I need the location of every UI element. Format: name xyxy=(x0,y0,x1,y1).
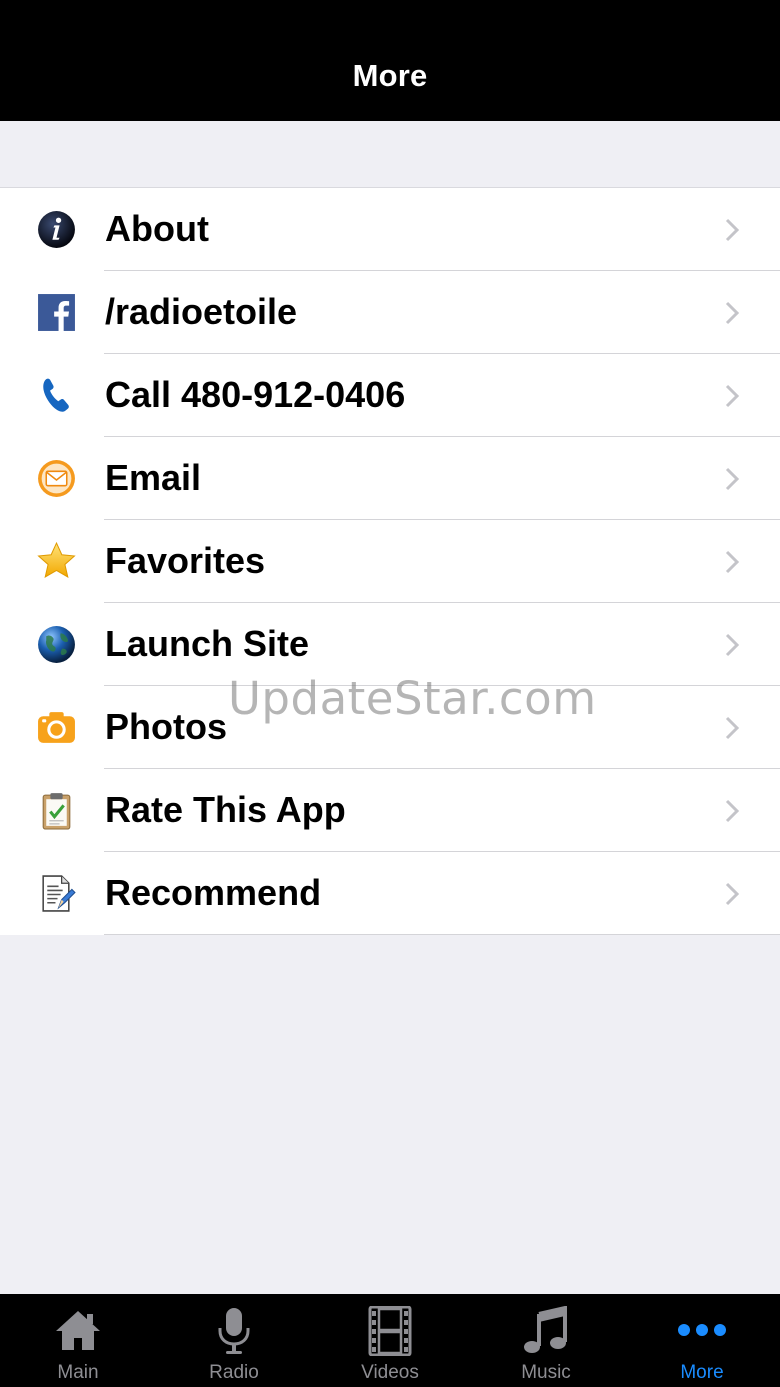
tab-label: Videos xyxy=(361,1362,419,1383)
tab-label: Music xyxy=(521,1362,571,1383)
camera-icon xyxy=(36,707,77,748)
tab-label: Radio xyxy=(209,1362,259,1383)
menu-item-favorites[interactable]: Favorites xyxy=(0,520,780,603)
menu-item-rate-app[interactable]: Rate This App xyxy=(0,769,780,852)
nav-bar: More xyxy=(0,0,780,121)
tab-bar: Main Radio Videos Music More xyxy=(0,1294,780,1387)
tab-label: More xyxy=(680,1362,724,1383)
document-edit-icon xyxy=(36,873,77,914)
tab-main[interactable]: Main xyxy=(0,1294,156,1387)
menu-item-label: About xyxy=(105,208,209,249)
menu-item-label: Email xyxy=(105,457,202,498)
globe-icon xyxy=(36,624,77,665)
menu-item-label: /radioetoile xyxy=(105,291,298,332)
menu-item-label: Call 480-912-0406 xyxy=(105,374,406,415)
tab-label: Main xyxy=(57,1362,99,1383)
menu-item-facebook[interactable]: /radioetoile xyxy=(0,271,780,354)
menu-item-label: Photos xyxy=(105,706,227,747)
email-icon xyxy=(36,458,77,499)
menu-item-recommend[interactable]: Recommend xyxy=(0,852,780,935)
chevron-right-icon xyxy=(724,799,740,823)
more-menu-list: About /radioetoile Call 480-912-0406 Ema… xyxy=(0,187,780,935)
microphone-icon xyxy=(209,1306,259,1356)
tab-more[interactable]: More xyxy=(624,1294,780,1387)
chevron-right-icon xyxy=(724,633,740,657)
watermark-text: UpdateStar.com xyxy=(228,672,597,725)
menu-item-about[interactable]: About xyxy=(0,188,780,271)
clipboard-check-icon xyxy=(36,790,77,831)
chevron-right-icon xyxy=(724,301,740,325)
tab-videos[interactable]: Videos xyxy=(312,1294,468,1387)
chevron-right-icon xyxy=(724,882,740,906)
chevron-right-icon xyxy=(724,218,740,242)
chevron-right-icon xyxy=(724,550,740,574)
menu-item-label: Favorites xyxy=(105,540,266,581)
menu-item-email[interactable]: Email xyxy=(0,437,780,520)
menu-item-label: Recommend xyxy=(105,872,322,913)
film-icon xyxy=(365,1306,415,1356)
star-icon xyxy=(36,541,77,582)
phone-icon xyxy=(36,375,77,416)
tab-music[interactable]: Music xyxy=(468,1294,624,1387)
facebook-icon xyxy=(36,292,77,333)
chevron-right-icon xyxy=(724,716,740,740)
page-title: More xyxy=(352,58,428,93)
divider xyxy=(104,934,780,935)
menu-item-label: Launch Site xyxy=(105,623,310,664)
music-note-icon xyxy=(521,1306,571,1356)
more-dots-icon xyxy=(677,1306,727,1356)
menu-item-call[interactable]: Call 480-912-0406 xyxy=(0,354,780,437)
tab-radio[interactable]: Radio xyxy=(156,1294,312,1387)
chevron-right-icon xyxy=(724,467,740,491)
chevron-right-icon xyxy=(724,384,740,408)
menu-item-label: Rate This App xyxy=(105,789,346,830)
info-icon xyxy=(36,209,77,250)
home-icon xyxy=(53,1306,103,1356)
